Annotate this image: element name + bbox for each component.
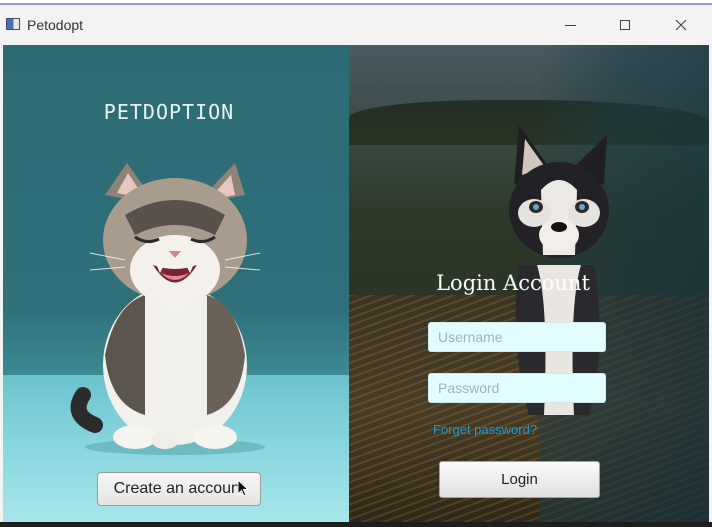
app-window-icon (6, 18, 20, 30)
brand-title: PETDOPTION (103, 100, 235, 124)
password-input[interactable] (428, 373, 606, 403)
title-bar[interactable]: Petodopt (0, 5, 712, 45)
right-panel: Login Account Forget password? Login (349, 45, 709, 522)
husky-photo (509, 125, 609, 415)
login-button[interactable]: Login (439, 461, 600, 498)
kitten-photo (70, 163, 265, 455)
close-button[interactable] (659, 11, 703, 39)
window-title: Petodopt (27, 17, 84, 33)
mouse-cursor-icon (237, 479, 249, 497)
username-input[interactable] (428, 322, 606, 352)
main-content: PETDOPTION Create an account Login Accou… (3, 45, 709, 522)
login-heading: Login Account (436, 271, 590, 295)
app-window: Petodopt PETDOPTION Create an account Lo… (0, 3, 712, 527)
maximize-icon (620, 20, 630, 30)
close-icon (675, 19, 687, 31)
minimize-button[interactable] (548, 11, 592, 39)
left-panel: PETDOPTION Create an account (3, 45, 349, 522)
maximize-button[interactable] (603, 11, 647, 39)
forgot-password-link[interactable]: Forget password? (433, 422, 537, 437)
minimize-icon (564, 24, 576, 26)
